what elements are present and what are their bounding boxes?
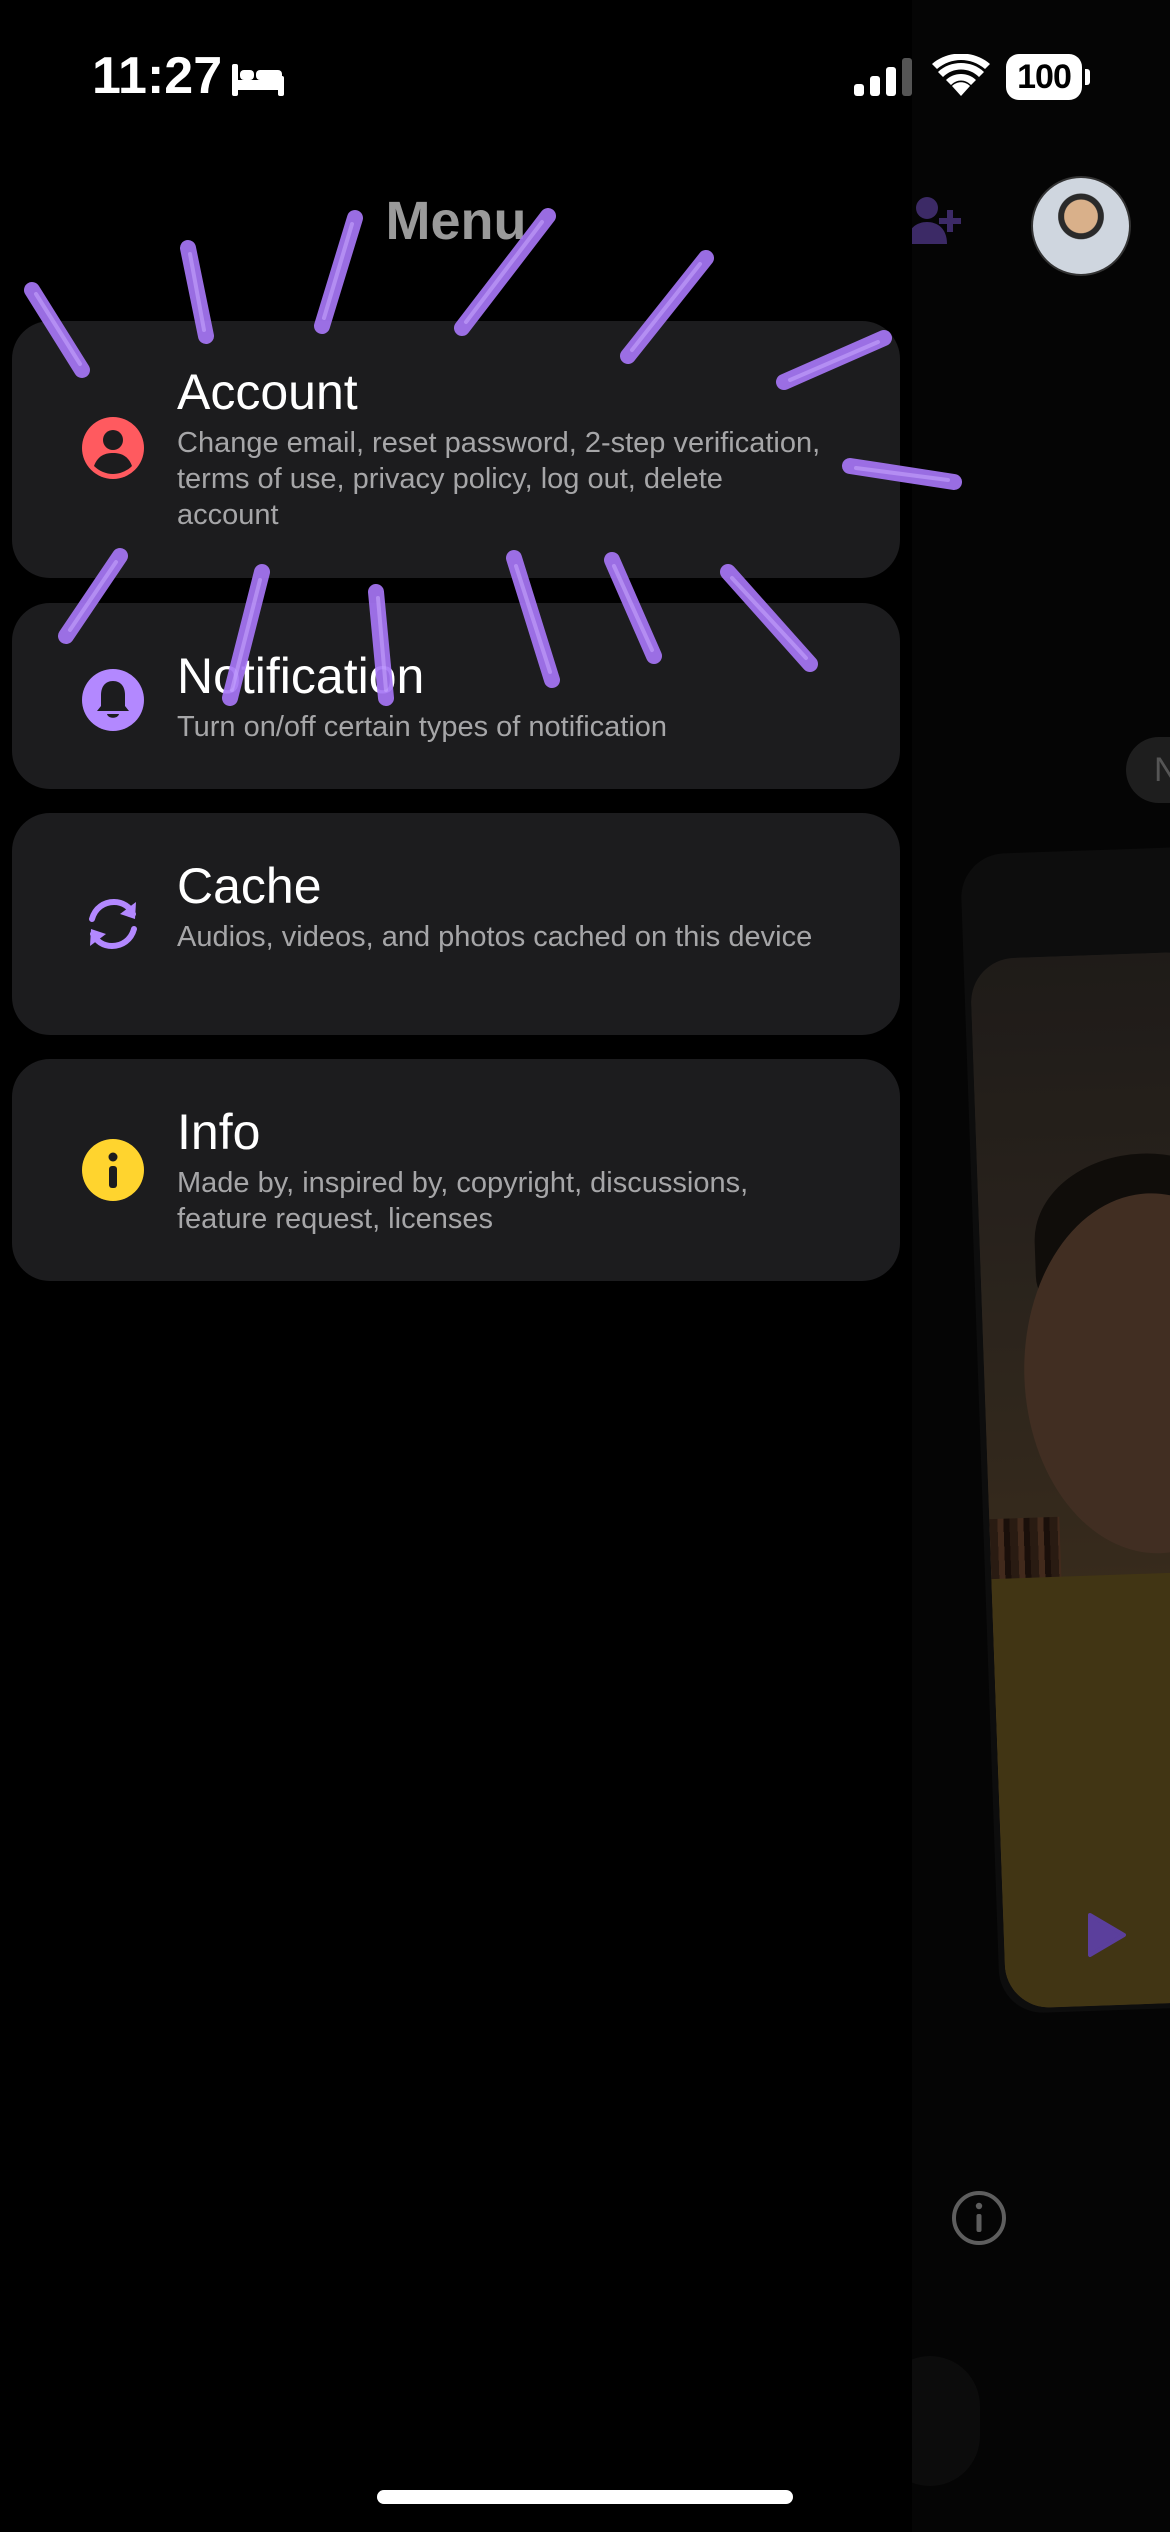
home-indicator[interactable] — [377, 2490, 793, 2504]
menu-item-account[interactable]: Account Change email, reset password, 2-… — [12, 321, 900, 578]
info-outline-icon[interactable] — [950, 2189, 1008, 2247]
menu-item-cache[interactable]: Cache Audios, videos, and photos cached … — [12, 813, 900, 1035]
account-icon — [82, 417, 144, 479]
battery-level: 100 — [1006, 54, 1082, 100]
menu-item-description: Audios, videos, and photos cached on thi… — [177, 921, 813, 953]
menu-item-description: Change email, reset password, 2-step ver… — [177, 427, 821, 531]
bell-icon — [82, 669, 144, 731]
menu-item-label: Notification — [177, 648, 425, 704]
cellular-signal-icon — [854, 58, 912, 96]
menu-item-description: Made by, inspired by, copyright, discuss… — [177, 1167, 749, 1235]
menu-item-label: Cache — [177, 858, 322, 914]
refresh-icon — [89, 898, 137, 950]
side-menu-drawer: Menu Account Change email, reset passwor… — [0, 0, 912, 2532]
menu-item-description: Turn on/off certain types of notificatio… — [177, 711, 668, 743]
menu-title: Menu — [385, 191, 527, 251]
menu-item-notification[interactable]: Notification Turn on/off certain types o… — [12, 603, 900, 789]
avatar[interactable] — [1031, 176, 1131, 276]
bed-icon — [232, 64, 284, 96]
screen: N Menu Account Change email, reset passw… — [0, 0, 1170, 2532]
status-time: 11:27 — [92, 47, 223, 105]
battery-tip — [1085, 69, 1090, 85]
play-icon[interactable] — [1086, 1912, 1126, 1958]
wifi-icon — [932, 54, 990, 96]
battery-indicator: 100 — [1006, 54, 1090, 100]
info-icon — [82, 1139, 144, 1201]
menu-item-info[interactable]: Info Made by, inspired by, copyright, di… — [12, 1059, 900, 1281]
menu-item-label: Info — [177, 1104, 261, 1160]
menu-item-label: Account — [177, 364, 358, 420]
add-friend-icon[interactable] — [905, 192, 961, 248]
